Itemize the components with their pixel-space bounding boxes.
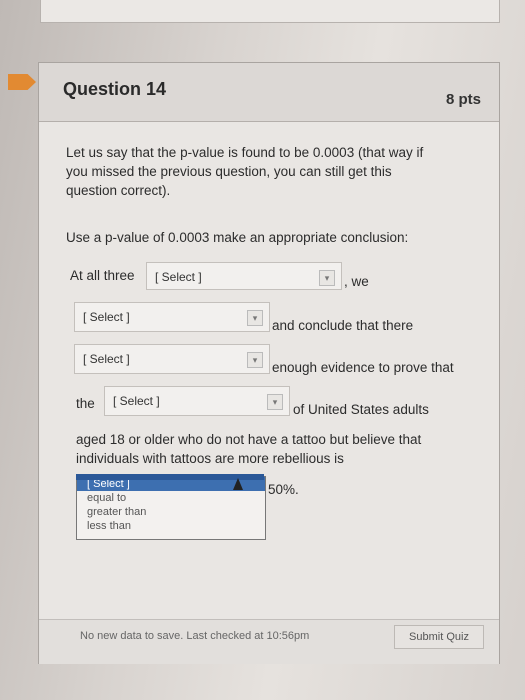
sentence-at-all-three: At all three <box>70 268 135 283</box>
dropdown-option-less-than[interactable]: less than <box>77 519 265 533</box>
dropdown-option-greater-than[interactable]: greater than <box>77 505 265 519</box>
select-parameter[interactable]: [ Select ] ▾ <box>104 386 290 416</box>
mouse-cursor-icon <box>233 478 243 490</box>
sentence-the: the <box>76 396 95 411</box>
previous-question-card <box>40 0 500 23</box>
select-significance-value: [ Select ] <box>155 270 202 284</box>
chevron-down-icon: ▾ <box>267 394 283 410</box>
intro-line-1: Let us say that the p-value is found to … <box>66 145 424 160</box>
sentence-of-us-adults: of United States adults <box>293 402 429 417</box>
select-parameter-value: [ Select ] <box>113 394 160 408</box>
sentence-aged-line-1: aged 18 or older who do not have a tatto… <box>76 432 422 447</box>
sentence-percent: 50%. <box>268 482 299 497</box>
question-points: 8 pts <box>445 91 481 108</box>
select-decision[interactable]: [ Select ] ▾ <box>74 302 270 332</box>
question-header: Question 14 8 pts <box>39 63 499 122</box>
intro-line-3: question correct). <box>66 183 171 198</box>
select-evidence[interactable]: [ Select ] ▾ <box>74 344 270 374</box>
select-decision-value: [ Select ] <box>83 310 130 324</box>
sentence-enough-evidence: enough evidence to prove that <box>272 360 454 375</box>
question-title: Question 14 <box>63 79 167 99</box>
select-evidence-value: [ Select ] <box>83 352 130 366</box>
sentence-aged-line-2: individuals with tattoos are more rebell… <box>76 451 344 466</box>
chevron-down-icon: ▾ <box>247 352 263 368</box>
select-significance[interactable]: [ Select ] ▾ <box>146 262 342 290</box>
intro-line-2: you missed the previous question, you ca… <box>66 164 392 179</box>
chevron-down-icon: ▾ <box>247 310 263 326</box>
autosave-status: No new data to save. Last checked at 10:… <box>80 630 310 642</box>
instruction: Use a p-value of 0.0003 make an appropri… <box>66 230 409 245</box>
sentence-we: , we <box>344 274 369 289</box>
submit-quiz-button[interactable]: Submit Quiz <box>394 625 484 649</box>
chevron-down-icon: ▾ <box>319 270 335 286</box>
sentence-and-conclude: and conclude that there <box>272 318 414 333</box>
dropdown-option-equal-to[interactable]: equal to <box>77 491 265 505</box>
